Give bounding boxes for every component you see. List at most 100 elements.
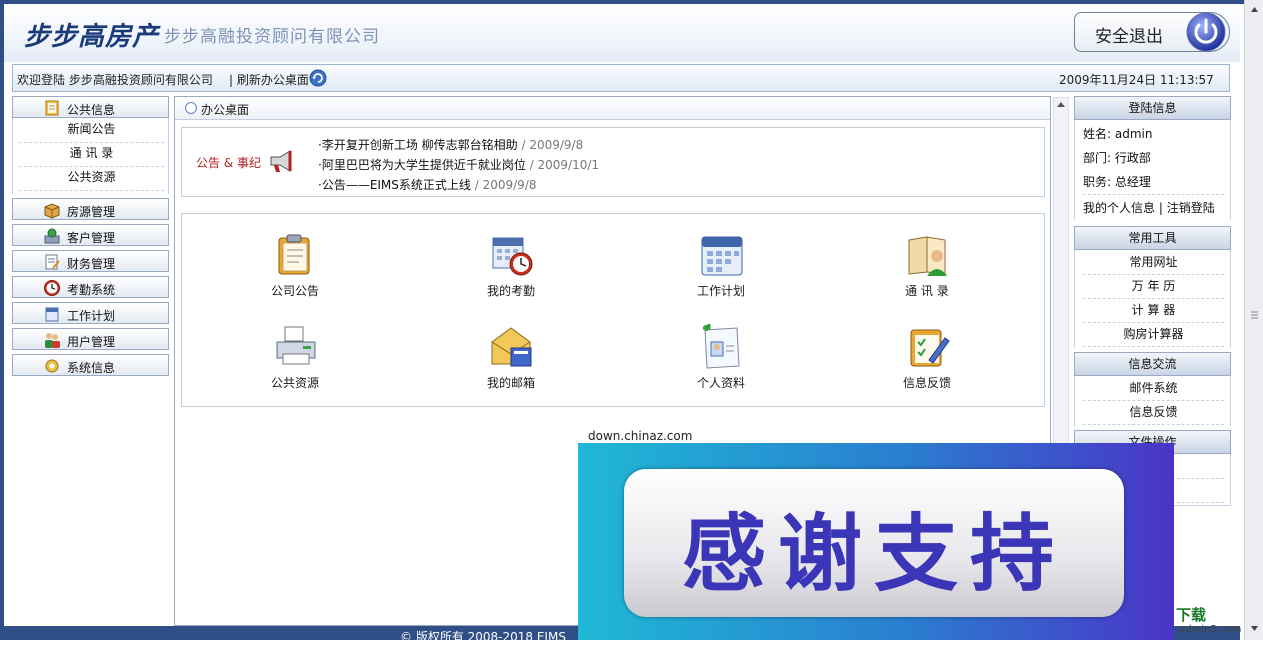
news-item[interactable]: ·李开复开创新工场 柳传志郭台铭相助 / 2009/9/8 [318,136,583,153]
comm-header: 信息交流 [1074,352,1231,376]
copyright-text: © 版权所有 2008-2018 EIMS [400,630,566,644]
users-icon [45,333,60,348]
notes-icon [45,100,59,116]
app-personal-profile[interactable]: 个人资料 [666,324,776,394]
login-info-header: 登陆信息 [1074,96,1231,120]
download-logo-url: .admin5.com [1176,624,1242,635]
thanks-panel: 感谢支持 [624,469,1124,617]
sidebar-section-customers[interactable]: 客户管理 [12,224,169,246]
thanks-banner: 感谢支持 [578,443,1174,640]
sidebar-section-system[interactable]: 系统信息 [12,354,169,376]
logout-label: 安全退出 [1095,27,1163,47]
sidebar-section-label: 系统信息 [67,361,116,375]
news-title[interactable]: ·公告——EIMS系统正式上线 [318,178,471,192]
printer-icon [276,326,316,365]
app-feedback[interactable]: 信息反馈 [872,324,982,394]
sidebar-section-users[interactable]: 用户管理 [12,328,169,350]
welcome-text: 欢迎登陆 步步高融投资顾问有限公司 [17,73,213,87]
tool-common-urls[interactable]: 常用网址 [1083,250,1224,275]
app-label: 信息反馈 [902,376,951,390]
app-label: 工作计划 [696,284,745,298]
app-label: 通 讯 录 [905,284,949,298]
box-icon [44,203,60,219]
current-datetime: 2009年11月24日 11:13:57 [1059,73,1214,87]
app-contacts[interactable]: 通 讯 录 [872,232,982,302]
user-dept: 部门: 行政部 [1083,151,1151,165]
sidebar-section-finance[interactable]: 财务管理 [12,250,169,272]
sidebar-section-label: 考勤系统 [67,283,116,297]
logout-link[interactable]: 注销登陆 [1167,201,1215,215]
plan-icon [45,307,59,322]
news-title[interactable]: ·李开复开创新工场 柳传志郭台铭相助 [318,138,518,152]
my-info-link[interactable]: 我的个人信息 [1083,201,1155,215]
app-label: 我的邮箱 [486,376,535,390]
sidebar-section-public-info[interactable]: 公共信息 [12,96,169,118]
user-position: 职务: 总经理 [1083,170,1224,195]
news-date: / 2009/10/1 [525,158,600,172]
logout-button[interactable]: 安全退出 [1074,12,1230,52]
thanks-text: 感谢支持 [681,505,1066,603]
app-label: 公共资源 [270,376,319,390]
app-work-plan[interactable]: 工作计划 [666,232,776,302]
watermark-url: down.chinaz.com [588,429,693,443]
main-title: 办公桌面 [201,103,250,117]
tool-mortgage-calculator[interactable]: 购房计算器 [1083,322,1224,347]
window-scrollbar[interactable] [1244,0,1263,640]
main-titlebar: 办公桌面 [175,97,1050,120]
system-icon [45,359,59,373]
submenu-item-contacts[interactable]: 通 讯 录 [19,142,164,167]
power-icon [1186,12,1226,52]
login-info-box: 姓名: admin 部门: 行政部 职务: 总经理 我的个人信息 | 注销登陆 [1074,120,1231,220]
refresh-desktop-link[interactable]: | 刷新办公桌面 [229,71,309,88]
calendar-icon [701,236,743,276]
sidebar-section-label: 房源管理 [67,205,116,219]
comm-box: 邮件系统 信息反馈 [1074,376,1231,426]
left-sidebar: 公共信息 新闻公告 通 讯 录 公共资源 房源管理 客户管理 财务管理 考勤系统… [12,96,169,626]
submenu-item-public-resources[interactable]: 公共资源 [19,166,164,191]
news-date: / 2009/9/8 [470,178,537,192]
app-my-mailbox[interactable]: 我的邮箱 [456,324,566,394]
megaphone-icon [270,150,292,172]
comm-mail-system[interactable]: 邮件系统 [1083,376,1224,401]
sidebar-section-property[interactable]: 房源管理 [12,198,169,220]
envelope-icon [491,327,532,367]
sidebar-section-attendance[interactable]: 考勤系统 [12,276,169,298]
app-icons-box: 公司公告 我的考勤 工作计划 通 讯 录 公共资源 我的邮箱 个人资料 信息反馈… [181,213,1045,443]
customer-icon [44,228,60,244]
tool-calendar[interactable]: 万 年 历 [1083,274,1224,299]
tools-header: 常用工具 [1074,226,1231,250]
announcement-box: 公告 & 事纪 ·李开复开创新工场 柳传志郭台铭相助 / 2009/9/8 ·阿… [181,127,1045,197]
checklist-icon [910,329,950,367]
app-label: 我的考勤 [486,284,535,298]
news-item[interactable]: ·公告——EIMS系统正式上线 / 2009/9/8 [318,176,537,193]
app-label: 公司公告 [270,284,319,298]
news-date: / 2009/9/8 [517,138,584,152]
sidebar-section-label: 用户管理 [67,335,116,349]
app-my-attendance[interactable]: 我的考勤 [456,232,566,302]
finance-icon [45,254,60,270]
comm-feedback[interactable]: 信息反馈 [1083,400,1224,425]
brand-logo: 步步高房产 [24,22,160,52]
public-info-submenu: 新闻公告 通 讯 录 公共资源 [12,118,169,194]
company-name: 步步高融投资顾问有限公司 [164,27,380,47]
calendar-clock-icon [492,237,533,276]
user-name: 姓名: admin [1083,127,1153,141]
welcome-bar: 欢迎登陆 步步高融投资顾问有限公司 | 刷新办公桌面 2009年11月24日 1… [12,64,1230,92]
announcement-label: 公告 & 事纪 [196,156,261,170]
window-frame-left [0,0,4,640]
sidebar-section-label: 财务管理 [67,257,116,271]
address-book-icon [908,236,947,276]
download-logo: 下载 [1176,606,1207,624]
refresh-icon[interactable] [309,69,327,87]
news-title[interactable]: ·阿里巴巴将为大学生提供近千就业岗位 [318,158,526,172]
sidebar-section-label: 工作计划 [67,309,116,323]
app-company-notice[interactable]: 公司公告 [240,232,350,302]
submenu-item-news[interactable]: 新闻公告 [19,118,164,143]
tool-calculator[interactable]: 计 算 器 [1083,298,1224,323]
tools-box: 常用网址 万 年 历 计 算 器 购房计算器 [1074,250,1231,348]
desktop-radio-icon [185,102,197,114]
app-public-resources[interactable]: 公共资源 [240,324,350,394]
clipboard-icon [278,234,310,275]
sidebar-section-work-plan[interactable]: 工作计划 [12,302,169,324]
news-item[interactable]: ·阿里巴巴将为大学生提供近千就业岗位 / 2009/10/1 [318,156,599,173]
